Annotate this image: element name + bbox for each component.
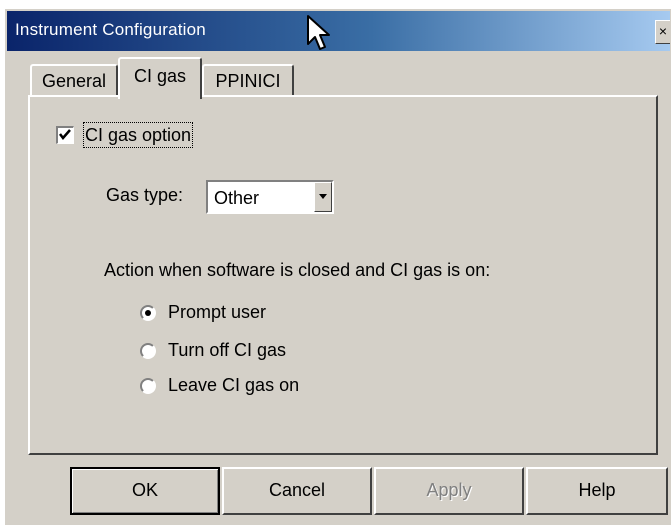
leave-ci-gas-on-label[interactable]: Leave CI gas on	[168, 375, 299, 396]
ok-button[interactable]: OK	[70, 467, 220, 515]
gas-type-value: Other	[214, 188, 260, 208]
leave-ci-gas-on-radio[interactable]	[140, 378, 156, 394]
ci-gas-option-checkbox[interactable]	[56, 126, 74, 144]
gas-type-label: Gas type:	[106, 185, 184, 205]
tab-ci-gas[interactable]: CI gas	[118, 57, 202, 99]
tab-general[interactable]: General	[30, 64, 118, 96]
checkmark-icon	[59, 129, 71, 140]
gas-type-select[interactable]: Other	[206, 180, 334, 214]
title-bar[interactable]: Instrument Configuration ×	[7, 11, 670, 51]
prompt-user-label[interactable]: Prompt user	[168, 302, 266, 323]
tab-ppinici[interactable]: PPINICI	[202, 64, 294, 96]
prompt-user-radio[interactable]	[140, 305, 156, 321]
turn-off-ci-gas-label[interactable]: Turn off CI gas	[168, 340, 286, 361]
gas-type-dropdown-button[interactable]	[314, 182, 332, 212]
window-title: Instrument Configuration	[15, 20, 206, 39]
radio-selected-dot	[145, 310, 151, 316]
close-icon[interactable]: ×	[655, 20, 670, 44]
help-button[interactable]: Help	[526, 467, 668, 515]
close-action-label: Action when software is closed and CI ga…	[104, 260, 491, 280]
turn-off-ci-gas-radio[interactable]	[140, 343, 156, 359]
dropdown-arrow-icon	[319, 194, 327, 199]
mouse-cursor-icon	[307, 15, 330, 50]
cancel-button[interactable]: Cancel	[222, 467, 372, 515]
apply-button[interactable]: Apply	[374, 467, 524, 515]
ci-gas-option-label[interactable]: CI gas option	[82, 122, 194, 148]
